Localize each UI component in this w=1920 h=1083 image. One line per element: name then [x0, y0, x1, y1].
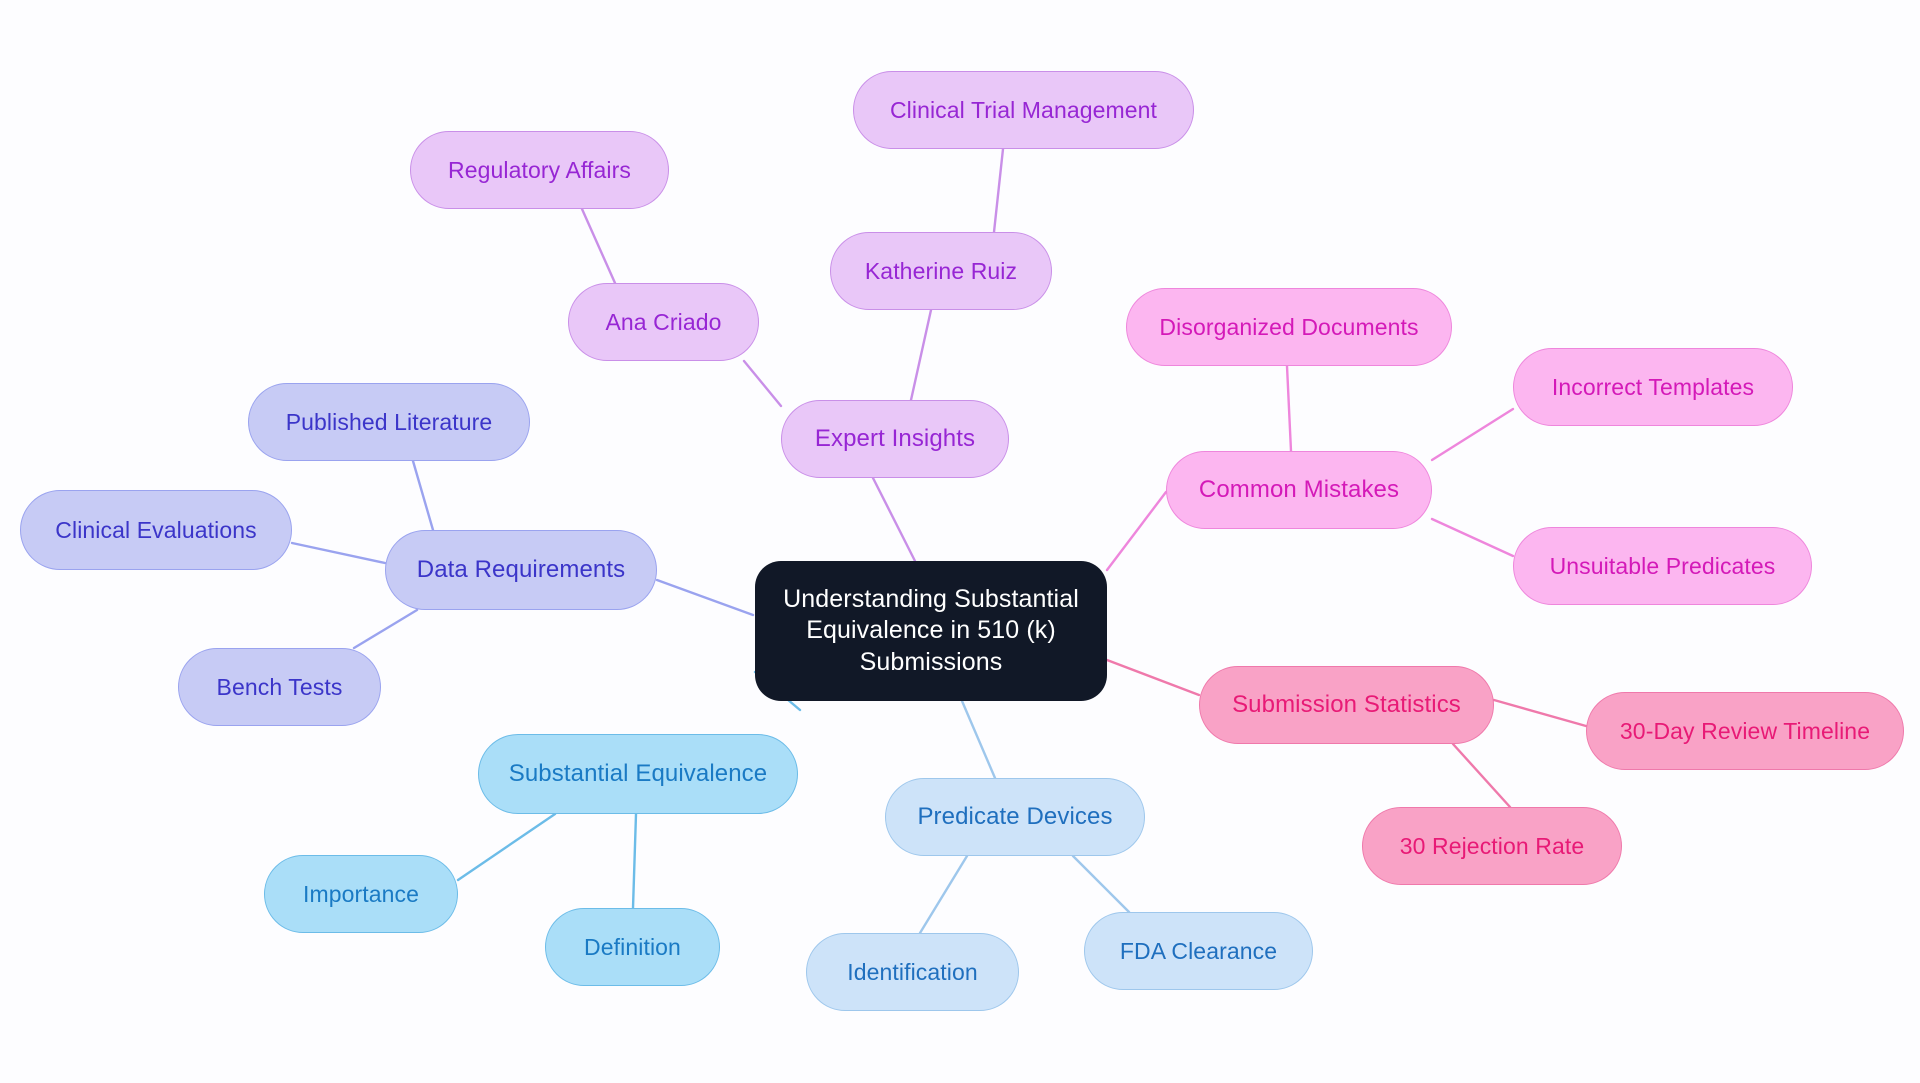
leaf-node-clinical-trial-management[interactable]: Clinical Trial Management	[853, 71, 1194, 149]
root-node-label-line-3: Submissions	[859, 647, 1003, 676]
leaf-node-katherine-ruiz[interactable]: Katherine Ruiz	[830, 232, 1052, 310]
edge-data-requirements-to-clinical-evaluations	[290, 541, 387, 565]
edge-substantial-equivalence-to-definition	[631, 812, 638, 910]
edge-predicate-devices-to-fda-clearance	[1071, 854, 1131, 914]
branch-node-substantial-equivalence[interactable]: Substantial Equivalence	[478, 734, 798, 814]
edge-predicate-devices-to-identification	[918, 854, 969, 935]
edge-ana-criado-to-regulatory-affairs	[580, 207, 617, 285]
edge-substantial-equivalence-to-importance	[456, 812, 557, 882]
branch-node-predicate-devices[interactable]: Predicate Devices	[885, 778, 1145, 856]
leaf-node-regulatory-affairs[interactable]: Regulatory Affairs	[410, 131, 669, 209]
leaf-node-definition[interactable]: Definition	[545, 908, 720, 986]
leaf-node-bench-tests[interactable]: Bench Tests	[178, 648, 381, 726]
edge-root-to-common-mistakes	[1105, 490, 1168, 572]
leaf-node-fda-clearance[interactable]: FDA Clearance	[1084, 912, 1313, 990]
leaf-node-disorganized-documents[interactable]: Disorganized Documents	[1126, 288, 1452, 366]
edge-root-to-submission-statistics	[1105, 658, 1201, 697]
edge-common-mistakes-to-unsuitable-predicates	[1430, 517, 1515, 558]
edge-data-requirements-to-bench-tests	[352, 608, 419, 650]
branch-node-common-mistakes[interactable]: Common Mistakes	[1166, 451, 1432, 529]
root-node[interactable]: Understanding Substantial Equivalence in …	[755, 561, 1107, 701]
edge-root-to-expert-insights	[871, 476, 917, 563]
root-node-label-line-1: Understanding Substantial	[783, 584, 1079, 613]
leaf-node-published-literature[interactable]: Published Literature	[248, 383, 530, 461]
edge-expert-insights-to-ana-criado	[742, 359, 783, 408]
branch-node-data-requirements[interactable]: Data Requirements	[385, 530, 657, 610]
edge-root-to-predicate-devices	[960, 699, 997, 780]
edge-katherine-ruiz-to-clinical-trial-management	[992, 147, 1005, 234]
edge-submission-statistics-to-30-rejection-rate	[1451, 742, 1512, 809]
leaf-node-30-day-review-timeline[interactable]: 30-Day Review Timeline	[1586, 692, 1904, 770]
leaf-node-unsuitable-predicates[interactable]: Unsuitable Predicates	[1513, 527, 1812, 605]
leaf-node-30-rejection-rate[interactable]: 30 Rejection Rate	[1362, 807, 1622, 885]
branch-node-expert-insights[interactable]: Expert Insights	[781, 400, 1009, 478]
edge-data-requirements-to-published-literature	[411, 459, 435, 532]
edge-common-mistakes-to-incorrect-templates	[1430, 407, 1515, 462]
mindmap-canvas: Understanding Substantial Equivalence in …	[0, 0, 1920, 1083]
branch-node-submission-statistics[interactable]: Submission Statistics	[1199, 666, 1494, 744]
edge-common-mistakes-to-disorganized-documents	[1285, 364, 1293, 453]
leaf-node-identification[interactable]: Identification	[806, 933, 1019, 1011]
leaf-node-ana-criado[interactable]: Ana Criado	[568, 283, 759, 361]
leaf-node-importance[interactable]: Importance	[264, 855, 458, 933]
root-node-label-line-2: Equivalence in 510 (k)	[806, 616, 1056, 645]
edge-expert-insights-to-katherine-ruiz	[909, 308, 933, 402]
edge-submission-statistics-to-30-day-review-timeline	[1492, 698, 1588, 728]
edge-root-to-data-requirements	[655, 578, 755, 617]
leaf-node-incorrect-templates[interactable]: Incorrect Templates	[1513, 348, 1793, 426]
leaf-node-clinical-evaluations[interactable]: Clinical Evaluations	[20, 490, 292, 570]
